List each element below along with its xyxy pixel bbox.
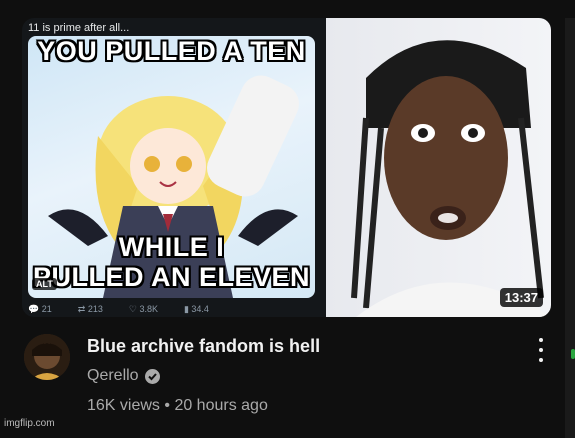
view-count: ▮ 34.4 [183,304,209,314]
tweet-text: 11 is prime after all... [28,22,130,34]
avatar-image [24,334,70,380]
video-title[interactable]: Blue archive fandom is hell [87,336,320,357]
like-count: ♡ 3.8K [128,304,158,314]
kebab-dot-icon [539,358,543,362]
meme-bottom-line-2: PULLED AN ELEVEN [32,262,311,292]
chart-icon: ▮ [183,304,189,314]
heart-icon: ♡ [128,304,137,314]
repost-icon: ⇄ [77,304,86,314]
video-metadata: 16K views • 20 hours ago [87,397,268,415]
channel-row: Qerello [87,367,160,385]
video-duration: 13:37 [499,288,543,307]
more-options-button[interactable] [536,338,546,362]
upload-age: 20 hours ago [174,397,268,414]
channel-avatar[interactable] [24,334,70,380]
view-count-text: 16K views [87,397,160,414]
alt-badge: ALT [32,278,57,290]
meme-image: YOU PULLED A TEN WHILE I PULLED AN ELEVE… [28,36,315,298]
verified-check-icon [144,368,160,384]
tweet-screenshot: 11 is prime after all... YOU PULLED A TE… [22,18,326,317]
kebab-dot-icon [539,338,543,342]
channel-name[interactable]: Qerello [87,367,139,385]
adjacent-card-edge [565,18,575,438]
reply-count: 💬 21 [28,304,52,314]
reactor-photo: 13:37 [326,18,551,317]
reactor-illustration [351,40,551,317]
kebab-dot-icon [539,348,543,352]
meme-bottom-line-1: WHILE I [118,232,225,262]
meme-bottom-caption: WHILE I PULLED AN ELEVEN [28,232,315,292]
adjacent-card-indicator [571,349,575,359]
meta-separator: • [164,397,170,414]
repost-count: ⇄ 213 [77,304,103,314]
tweet-stats: 💬 21 ⇄ 213 ♡ 3.8K ▮ 34.4 [28,304,209,315]
video-thumbnail[interactable]: 11 is prime after all... YOU PULLED A TE… [22,18,551,317]
imgflip-watermark: imgflip.com [4,418,55,429]
reply-icon: 💬 [28,304,40,314]
